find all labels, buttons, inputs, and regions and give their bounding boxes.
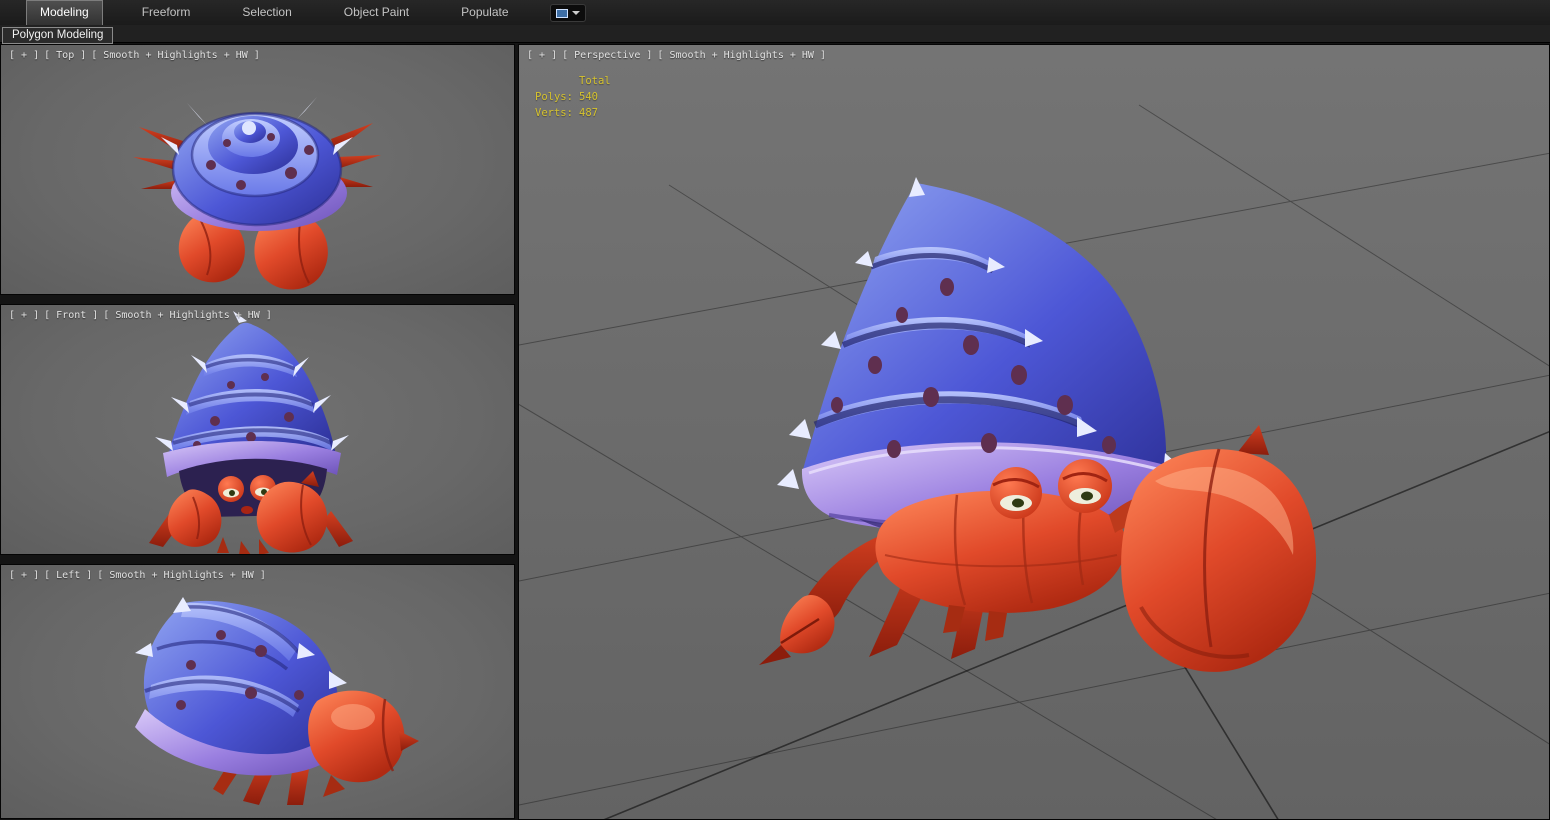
viewport-menu-shading[interactable]: [ Smooth + Highlights + HW ] (103, 310, 272, 321)
stats-verts-label: Verts: (535, 107, 573, 119)
ribbon-panel-icon (555, 8, 568, 18)
viewport-menu-view[interactable]: [ Front ] (44, 310, 98, 321)
viewport-top-canvas (133, 97, 381, 290)
stats-polys-value: 540 (579, 91, 598, 103)
viewport-perspective-canvas (519, 104, 1549, 819)
viewport-menu-plus[interactable]: [ + ] (9, 50, 39, 61)
viewport-menu-plus[interactable]: [ + ] (9, 570, 39, 581)
viewport-front-label: [ + ] [ Front ] [ Smooth + Highlights + … (9, 310, 272, 321)
viewport-top[interactable]: [ + ] [ Top ] [ Smooth + Highlights + HW… (0, 44, 515, 295)
poly-statistics: Total Polys: 540 Verts: 487 (535, 73, 611, 121)
chevron-down-icon (571, 11, 580, 15)
ribbon-tab-bar: Modeling Freeform Selection Object Paint… (0, 0, 1550, 26)
viewport-menu-view[interactable]: [ Perspective ] (562, 50, 652, 61)
viewport-front-canvas (149, 311, 353, 555)
viewport-left-canvas (135, 597, 419, 805)
viewport-menu-shading[interactable]: [ Smooth + Highlights + HW ] (657, 50, 826, 61)
stats-total-label: Total (579, 75, 611, 87)
viewport-front[interactable]: [ + ] [ Front ] [ Smooth + Highlights + … (0, 304, 515, 555)
hermit-crab-model-top[interactable] (133, 97, 381, 290)
viewport-menu-view[interactable]: [ Left ] (44, 570, 92, 581)
hermit-crab-model-front[interactable] (149, 311, 353, 555)
stats-polys-label: Polys: (535, 91, 573, 103)
viewport-perspective-label: [ + ] [ Perspective ] [ Smooth + Highlig… (527, 50, 826, 61)
ribbon-display-options-button[interactable] (549, 4, 586, 22)
viewport-left[interactable]: [ + ] [ Left ] [ Smooth + Highlights + H… (0, 564, 515, 819)
stats-verts-value: 487 (579, 107, 598, 119)
viewport-menu-view[interactable]: [ Top ] (44, 50, 86, 61)
ribbon-tab-object-paint[interactable]: Object Paint (331, 0, 422, 25)
3dsmax-window: Modeling Freeform Selection Object Paint… (0, 0, 1550, 820)
viewport-menu-shading[interactable]: [ Smooth + Highlights + HW ] (97, 570, 266, 581)
ribbon-tab-populate[interactable]: Populate (448, 0, 521, 25)
viewport-menu-plus[interactable]: [ + ] (527, 50, 557, 61)
viewport-menu-shading[interactable]: [ Smooth + Highlights + HW ] (91, 50, 260, 61)
ribbon-tab-selection[interactable]: Selection (229, 0, 304, 25)
ribbon-tabs: Modeling Freeform Selection Object Paint… (0, 0, 522, 25)
viewport-top-label: [ + ] [ Top ] [ Smooth + Highlights + HW… (9, 50, 260, 61)
ribbon-panel-bar: Polygon Modeling (0, 25, 1550, 44)
viewport-perspective[interactable]: [ + ] [ Perspective ] [ Smooth + Highlig… (518, 44, 1550, 820)
ribbon-tab-modeling[interactable]: Modeling (26, 0, 103, 25)
hermit-crab-model-left[interactable] (135, 597, 419, 805)
viewport-menu-plus[interactable]: [ + ] (9, 310, 39, 321)
hermit-crab-model-perspective[interactable] (759, 177, 1317, 672)
polygon-modeling-panel-label[interactable]: Polygon Modeling (2, 27, 114, 44)
ribbon-tab-freeform[interactable]: Freeform (129, 0, 204, 25)
viewport-left-label: [ + ] [ Left ] [ Smooth + Highlights + H… (9, 570, 266, 581)
